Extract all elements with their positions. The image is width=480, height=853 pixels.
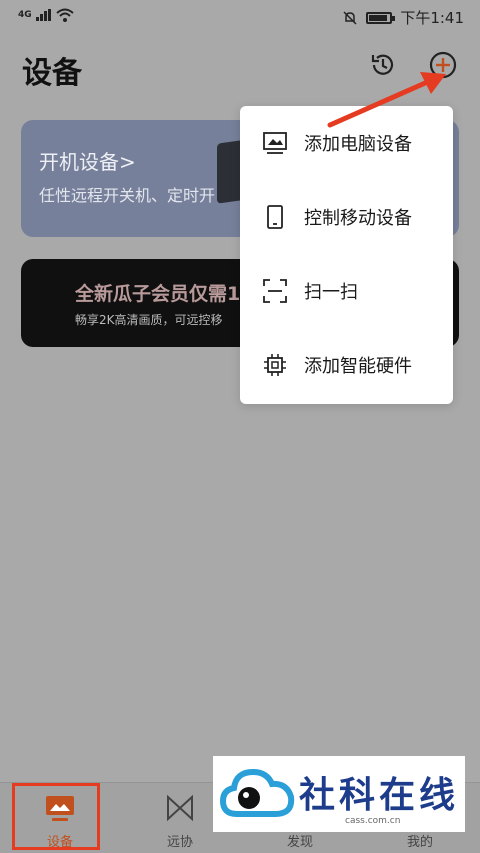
vip-banner-desc: 畅享2K高清画质，可远控移 [75,313,223,327]
remote-assist-icon [167,794,193,822]
tab-highlight-box [12,783,100,850]
scan-icon [263,279,287,303]
power-card-title-text: 开机设备 [39,150,119,174]
menu-label: 控制移动设备 [304,208,412,229]
menu-item-add-computer[interactable]: 添加电脑设备 [240,106,453,180]
monitor-icon [263,132,287,154]
vip-banner-title: 全新瓜子会员仅需1 [75,283,241,305]
page-title: 设备 [22,56,82,91]
watermark-subtitle: cass.com.cn [345,816,401,826]
status-left: 4G [18,8,74,22]
power-card-title: 开机设备> [39,146,136,175]
watermark-title: 社科在线 [299,775,460,816]
tab-label: 我的 [406,835,433,850]
add-circle-icon[interactable] [428,50,458,80]
tab-label: 远协 [166,835,193,850]
battery-icon [366,11,396,24]
menu-label: 添加电脑设备 [304,134,412,155]
chip-icon [264,354,286,376]
menu-item-scan[interactable]: 扫一扫 [240,254,453,328]
mute-bell-icon [343,10,357,25]
watermark: 社科在线 cass.com.cn [213,756,465,832]
add-menu: 添加电脑设备 控制移动设备 扫一扫 添加智能硬件 [240,106,453,404]
clock: 下午1:41 [400,9,464,27]
status-right: 下午1:41 [342,7,464,28]
tab-label: 发现 [286,835,313,850]
power-card-desc: 任性远程开关机、定时开 [39,186,216,205]
wifi-icon [55,8,74,22]
menu-label: 扫一扫 [304,282,358,303]
history-icon[interactable] [368,50,398,80]
menu-label: 添加智能硬件 [304,356,412,377]
status-bar: 4G 下午1:41 [0,0,480,32]
menu-item-add-hardware[interactable]: 添加智能硬件 [240,328,453,402]
battery-fill [369,14,387,21]
menu-item-control-mobile[interactable]: 控制移动设备 [240,180,453,254]
chevron-right-icon: > [119,150,136,174]
phone-icon [267,205,283,229]
cloud-logo-icon [219,768,295,817]
signal-icon [35,9,51,21]
network-label: 4G [18,10,32,20]
